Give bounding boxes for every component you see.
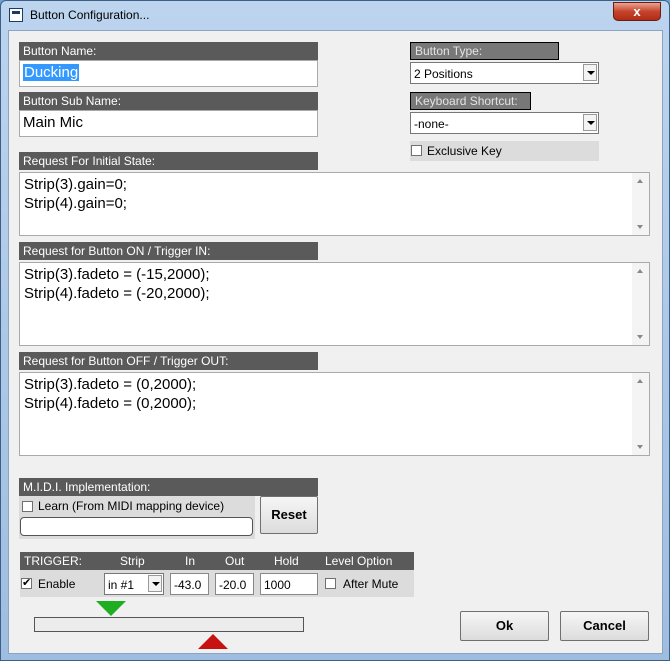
trigger-header: TRIGGER: Strip In Out Hold Level Option bbox=[20, 552, 414, 570]
scroll-down-icon[interactable] bbox=[637, 445, 643, 449]
after-mute-checkbox[interactable] bbox=[325, 578, 336, 589]
button-type-value: 2 Positions bbox=[414, 67, 473, 81]
button-off-label: Request for Button OFF / Trigger OUT: bbox=[19, 352, 318, 370]
trigger-in-value: -43.0 bbox=[174, 578, 202, 592]
button-name-value: Ducking bbox=[23, 64, 80, 81]
title-bar[interactable]: Button Configuration... x bbox=[1, 1, 669, 29]
button-on-label: Request for Button ON / Trigger IN: bbox=[19, 242, 318, 260]
keyboard-shortcut-select[interactable]: -none- bbox=[410, 112, 599, 134]
dialog-body: Button Name: Ducking Button Sub Name: Ma… bbox=[8, 30, 663, 654]
midi-learn-checkbox[interactable] bbox=[22, 501, 33, 512]
scroll-up-icon[interactable] bbox=[637, 179, 643, 183]
out-threshold-marker[interactable] bbox=[198, 634, 228, 649]
close-button[interactable]: x bbox=[613, 2, 661, 21]
window-icon bbox=[9, 8, 23, 22]
keyboard-shortcut-label: Keyboard Shortcut: bbox=[410, 92, 531, 110]
code-line: Strip(4).gain=0; bbox=[24, 195, 127, 212]
button-off-textarea[interactable]: Strip(3).fadeto = (0,2000); Strip(4).fad… bbox=[19, 372, 650, 456]
button-sub-name-value: Main Mic bbox=[23, 114, 84, 131]
trigger-out-input[interactable]: -20.0 bbox=[215, 573, 254, 595]
button-name-input[interactable]: Ducking bbox=[19, 60, 318, 87]
hold-heading: Hold bbox=[274, 554, 299, 568]
enable-checkbox[interactable]: ✔ bbox=[21, 578, 32, 589]
window-title: Button Configuration... bbox=[30, 8, 150, 22]
button-sub-name-label: Button Sub Name: bbox=[19, 92, 318, 110]
vertical-scrollbar[interactable] bbox=[632, 373, 649, 455]
after-mute-label: After Mute bbox=[343, 577, 399, 591]
button-type-select[interactable]: 2 Positions bbox=[410, 62, 599, 84]
ok-button[interactable]: Ok bbox=[460, 611, 549, 641]
code-line: Strip(4).fadeto = (0,2000); bbox=[24, 395, 197, 412]
trigger-strip-value: in #1 bbox=[108, 578, 135, 592]
exclusive-key-checkbox[interactable] bbox=[411, 145, 422, 156]
midi-input[interactable] bbox=[20, 517, 253, 536]
dialog-window: Button Configuration... x Button Name: D… bbox=[0, 0, 670, 661]
scroll-up-icon[interactable] bbox=[637, 269, 643, 273]
cancel-button[interactable]: Cancel bbox=[560, 611, 649, 641]
scroll-up-icon[interactable] bbox=[637, 379, 643, 383]
trigger-strip-select[interactable]: in #1 bbox=[104, 573, 164, 595]
vertical-scrollbar[interactable] bbox=[632, 173, 649, 235]
trigger-hold-input[interactable]: 1000 bbox=[260, 573, 318, 595]
scroll-down-icon[interactable] bbox=[637, 335, 643, 339]
button-sub-name-input[interactable]: Main Mic bbox=[19, 110, 318, 137]
code-line: Strip(3).fadeto = (-15,2000); bbox=[24, 266, 210, 283]
chevron-down-icon[interactable] bbox=[148, 575, 162, 592]
code-line: Strip(4).fadeto = (-20,2000); bbox=[24, 285, 210, 302]
reset-button[interactable]: Reset bbox=[260, 496, 318, 534]
midi-panel: Learn (From MIDI mapping device) bbox=[19, 496, 255, 539]
in-threshold-marker[interactable] bbox=[96, 601, 126, 616]
initial-state-label: Request For Initial State: bbox=[19, 152, 318, 170]
trigger-out-value: -20.0 bbox=[219, 578, 247, 592]
in-heading: In bbox=[185, 554, 196, 568]
initial-state-textarea[interactable]: Strip(3).gain=0; Strip(4).gain=0; bbox=[19, 172, 650, 236]
trigger-hold-value: 1000 bbox=[264, 578, 291, 592]
code-line: Strip(3).fadeto = (0,2000); bbox=[24, 376, 197, 393]
level-option-heading: Level Option bbox=[325, 554, 393, 568]
scroll-down-icon[interactable] bbox=[637, 225, 643, 229]
trigger-in-input[interactable]: -43.0 bbox=[170, 573, 209, 595]
button-type-label: Button Type: bbox=[410, 42, 559, 60]
chevron-down-icon[interactable] bbox=[583, 64, 597, 81]
vertical-scrollbar[interactable] bbox=[632, 263, 649, 345]
enable-label: Enable bbox=[38, 577, 76, 591]
midi-learn-label: Learn (From MIDI mapping device) bbox=[38, 499, 225, 513]
button-name-label: Button Name: bbox=[19, 42, 318, 60]
button-on-textarea[interactable]: Strip(3).fadeto = (-15,2000); Strip(4).f… bbox=[19, 262, 650, 346]
out-heading: Out bbox=[225, 554, 245, 568]
strip-heading: Strip bbox=[120, 554, 145, 568]
trigger-heading: TRIGGER: bbox=[24, 554, 83, 568]
exclusive-key-row[interactable]: Exclusive Key bbox=[410, 141, 599, 161]
code-line: Strip(3).gain=0; bbox=[24, 176, 127, 193]
keyboard-shortcut-value: -none- bbox=[414, 117, 449, 131]
chevron-down-icon[interactable] bbox=[583, 114, 597, 131]
level-meter bbox=[34, 617, 304, 632]
exclusive-key-label: Exclusive Key bbox=[427, 144, 502, 158]
midi-label: M.I.D.I. Implementation: bbox=[19, 478, 318, 496]
